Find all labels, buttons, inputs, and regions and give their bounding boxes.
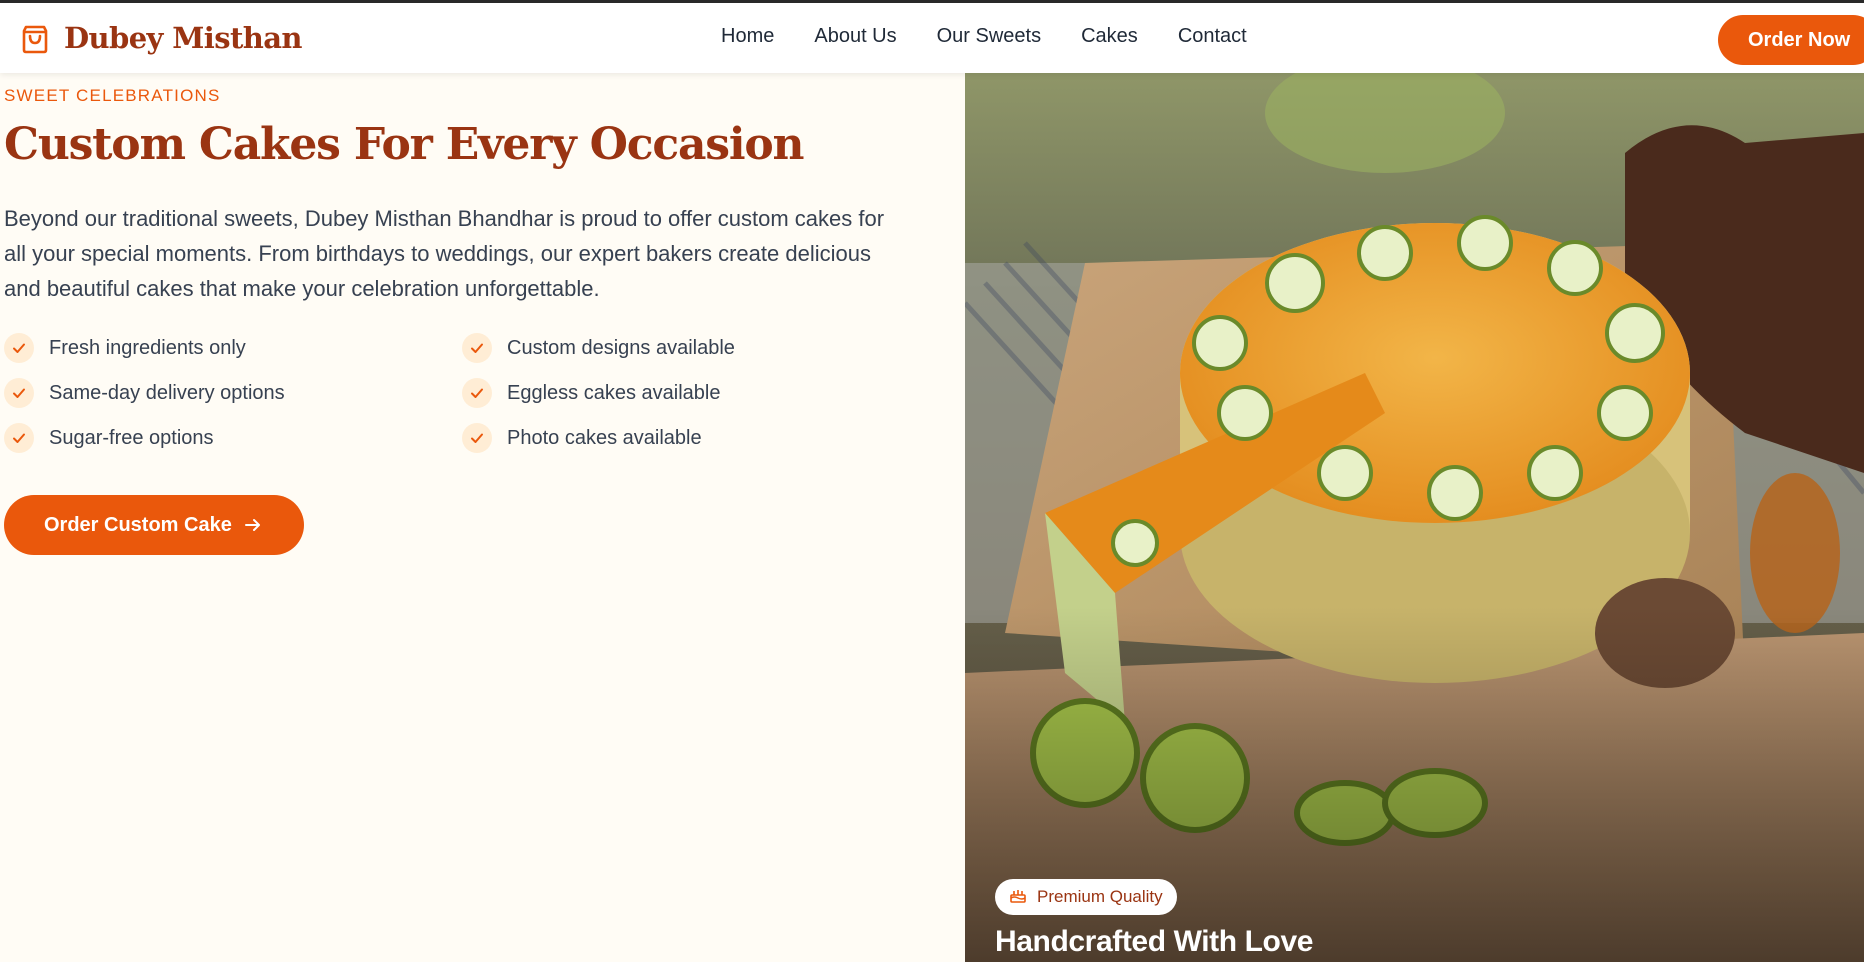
check-icon xyxy=(462,333,492,363)
arrow-right-icon xyxy=(244,516,262,534)
feature-label: Fresh ingredients only xyxy=(49,336,246,359)
shopping-bag-icon xyxy=(22,25,48,54)
brand-logo-link[interactable]: Dubey Misthan xyxy=(20,19,303,57)
feature-item: Custom designs available xyxy=(462,333,735,363)
feature-label: Eggless cakes available xyxy=(507,381,721,404)
feature-item: Sugar-free options xyxy=(4,423,214,453)
nav-about-us[interactable]: About Us xyxy=(814,25,896,48)
cake-icon xyxy=(1009,886,1027,909)
check-icon xyxy=(4,378,34,408)
hero-cake-image: Premium Quality Handcrafted With Love xyxy=(965,73,1864,962)
section-description: Beyond our traditional sweets, Dubey Mis… xyxy=(4,206,885,301)
cake-photo xyxy=(965,73,1864,962)
hero-title: Handcrafted With Love xyxy=(995,925,1314,958)
cta-label: Order Custom Cake xyxy=(44,513,232,536)
nav-our-sweets[interactable]: Our Sweets xyxy=(937,25,1041,48)
order-custom-cake-button[interactable]: Order Custom Cake xyxy=(4,495,304,555)
premium-quality-badge: Premium Quality xyxy=(995,879,1177,915)
feature-label: Sugar-free options xyxy=(49,426,214,449)
section-eyebrow: SWEET CELEBRATIONS xyxy=(4,86,221,105)
badge-label: Premium Quality xyxy=(1037,887,1163,906)
feature-label: Photo cakes available xyxy=(507,426,702,449)
check-icon xyxy=(462,378,492,408)
check-icon xyxy=(4,423,34,453)
nav-contact[interactable]: Contact xyxy=(1178,25,1247,48)
brand-name: Dubey Misthan xyxy=(64,21,303,55)
check-icon xyxy=(462,423,492,453)
custom-cakes-section: SWEET CELEBRATIONS Custom Cakes For Ever… xyxy=(0,73,964,962)
feature-item: Fresh ingredients only xyxy=(4,333,246,363)
feature-item: Eggless cakes available xyxy=(462,378,720,408)
check-icon xyxy=(4,333,34,363)
main-nav: Home About Us Our Sweets Cakes Contact xyxy=(721,25,1287,48)
nav-home[interactable]: Home xyxy=(721,25,774,48)
site-header: Dubey Misthan Home About Us Our Sweets C… xyxy=(0,3,1864,73)
feature-item: Same-day delivery options xyxy=(4,378,285,408)
feature-label: Same-day delivery options xyxy=(49,381,285,404)
order-now-button[interactable]: Order Now xyxy=(1718,15,1864,65)
section-title: Custom Cakes For Every Occasion xyxy=(4,119,805,170)
feature-label: Custom designs available xyxy=(507,336,735,359)
nav-cakes[interactable]: Cakes xyxy=(1081,25,1138,48)
feature-item: Photo cakes available xyxy=(462,423,702,453)
